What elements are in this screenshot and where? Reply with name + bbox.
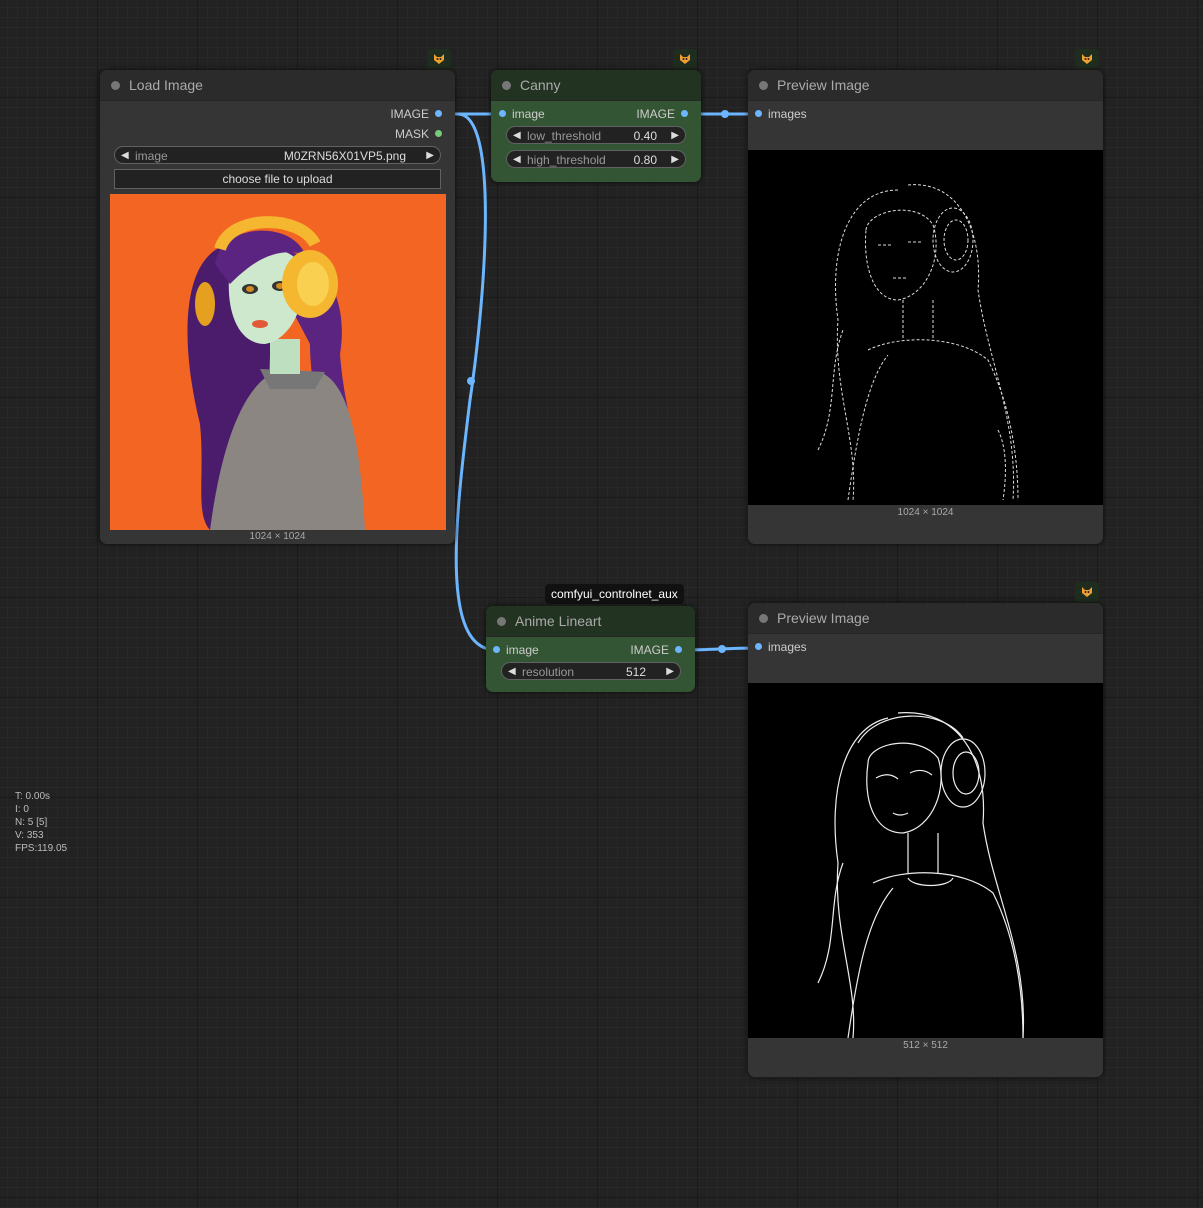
node-title: Preview Image <box>777 610 870 626</box>
widget-value: 0.80 <box>633 153 657 167</box>
arrow-right-icon[interactable]: ▶ <box>666 663 674 681</box>
resolution-widget[interactable]: ◀ resolution 512 ▶ <box>501 662 681 680</box>
anime-lineart-node[interactable]: Anime Lineart image IMAGE ◀ resolution 5… <box>486 606 695 692</box>
node-title: Anime Lineart <box>515 613 602 629</box>
input-images-slot[interactable]: images <box>755 640 807 654</box>
input-image-slot[interactable]: image <box>493 643 539 657</box>
high-threshold-widget[interactable]: ◀ high_threshold 0.80 ▶ <box>506 150 686 168</box>
stat-nodes: N: 5 [5] <box>15 817 48 828</box>
collapse-dot-icon[interactable] <box>497 617 506 626</box>
upload-button[interactable]: choose file to upload <box>114 169 441 189</box>
input-pin-icon[interactable] <box>755 643 762 650</box>
node-title-bar[interactable]: Canny <box>491 70 701 101</box>
slot-label: images <box>768 107 807 121</box>
stat-time: T: 0.00s <box>15 791 51 802</box>
slot-label: IMAGE <box>390 107 429 121</box>
input-image <box>110 194 446 530</box>
wire-midpoint-dot <box>721 110 729 118</box>
widget-label: resolution <box>522 665 575 679</box>
widget-label: low_threshold <box>527 129 602 143</box>
arrow-left-icon[interactable]: ◀ <box>513 151 521 169</box>
input-pin-icon[interactable] <box>755 110 762 117</box>
widget-label: high_threshold <box>527 153 606 167</box>
fox-badge-icon <box>1075 49 1099 69</box>
load-image-node[interactable]: Load Image IMAGE MASK ◀ image M0ZRN56X01… <box>100 70 455 544</box>
lineart-preview-image <box>748 683 1103 1038</box>
slot-label: image <box>512 107 545 121</box>
stat-iterations: I: 0 <box>15 804 29 815</box>
image-dimensions: 1024 × 1024 <box>897 507 954 518</box>
output-mask-slot[interactable]: MASK <box>395 127 447 141</box>
slot-label: MASK <box>394 127 429 141</box>
node-title-bar[interactable]: Preview Image <box>748 603 1103 634</box>
slot-label: images <box>768 640 807 654</box>
image-combo-widget[interactable]: ◀ image M0ZRN56X01VP5.png ▶ <box>114 146 441 164</box>
output-pin-icon[interactable] <box>435 110 442 117</box>
widget-value: 512 <box>625 665 646 679</box>
slot-label: image <box>506 643 539 657</box>
arrow-right-icon[interactable]: ▶ <box>426 147 434 165</box>
widget-value: 0.40 <box>633 129 657 143</box>
canny-node[interactable]: Canny image IMAGE ◀ low_threshold 0.40 ▶… <box>491 70 701 182</box>
collapse-dot-icon[interactable] <box>111 81 120 90</box>
node-title-bar[interactable]: Preview Image <box>748 70 1103 101</box>
node-title-bar[interactable]: Load Image <box>100 70 455 101</box>
preview-image-node[interactable]: Preview Image images 1024 × 1024 <box>748 70 1103 544</box>
image-dimensions: 512 × 512 <box>903 1040 948 1051</box>
slot-label: IMAGE <box>630 643 669 657</box>
arrow-left-icon[interactable]: ◀ <box>508 663 516 681</box>
arrow-right-icon[interactable]: ▶ <box>671 127 679 145</box>
preview-image-node[interactable]: Preview Image images 512 × 512 <box>748 603 1103 1077</box>
input-pin-icon[interactable] <box>499 110 506 117</box>
output-pin-icon[interactable] <box>675 646 682 653</box>
low-threshold-widget[interactable]: ◀ low_threshold 0.40 ▶ <box>506 126 686 144</box>
node-title-bar[interactable]: Anime Lineart <box>486 606 695 637</box>
node-pack-tag: comfyui_controlnet_aux <box>545 584 684 604</box>
collapse-dot-icon[interactable] <box>759 81 768 90</box>
image-dimensions: 1024 × 1024 <box>249 531 306 542</box>
output-pin-icon[interactable] <box>681 110 688 117</box>
wire-reroute-dot <box>467 377 475 385</box>
arrow-left-icon[interactable]: ◀ <box>121 147 129 165</box>
arrow-right-icon[interactable]: ▶ <box>671 151 679 169</box>
output-pin-icon[interactable] <box>435 130 442 137</box>
wire-midpoint-dot-2 <box>718 645 726 653</box>
widget-value: M0ZRN56X01VP5.png <box>283 149 406 163</box>
input-pin-icon[interactable] <box>493 646 500 653</box>
fox-badge-icon <box>673 49 697 69</box>
fox-badge-icon <box>427 49 451 69</box>
collapse-dot-icon[interactable] <box>759 614 768 623</box>
stat-vertices: V: 353 <box>15 830 44 841</box>
performance-stats: T: 0.00s I: 0 N: 5 [5] V: 353 FPS:119.05 <box>15 790 67 855</box>
fox-badge-icon <box>1075 582 1099 602</box>
node-title: Preview Image <box>777 77 870 93</box>
collapse-dot-icon[interactable] <box>502 81 511 90</box>
node-title: Load Image <box>129 77 203 93</box>
slot-label: IMAGE <box>636 107 675 121</box>
stat-fps: FPS:119.05 <box>15 843 68 854</box>
arrow-left-icon[interactable]: ◀ <box>513 127 521 145</box>
output-image-slot[interactable]: IMAGE <box>636 107 693 121</box>
output-image-slot[interactable]: IMAGE <box>390 107 447 121</box>
input-image-slot[interactable]: image <box>499 107 545 121</box>
widget-label: image <box>135 149 168 163</box>
input-images-slot[interactable]: images <box>755 107 807 121</box>
canny-preview-image <box>748 150 1103 505</box>
node-title: Canny <box>520 77 561 93</box>
output-image-slot[interactable]: IMAGE <box>630 643 687 657</box>
